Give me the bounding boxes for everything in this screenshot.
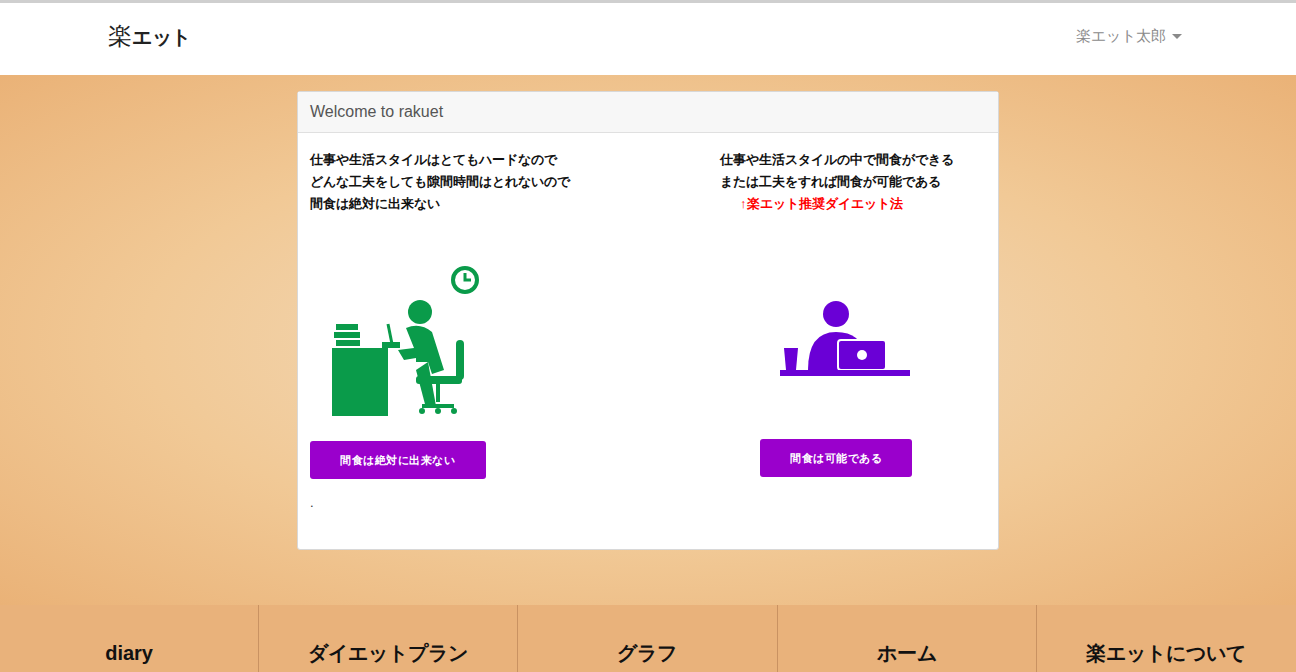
illustration (720, 266, 920, 416)
desk-worker-icon (332, 266, 482, 416)
bottom-nav-item[interactable]: グラフ (518, 605, 777, 672)
recommend-note: ↑楽エット推奨ダイエット法 (720, 193, 954, 215)
option-column: 仕事や生活スタイルの中で間食ができるまたは工夫をすれば間食が可能である↑楽エット… (720, 133, 998, 549)
bottom-nav: diaryダイエットプラングラフホーム楽エットについて (0, 605, 1296, 672)
card-body: 仕事や生活スタイルはとてもハードなのでどんな工夫をしても隙間時間はとれないので間… (298, 133, 998, 549)
choice-button[interactable]: 間食は可能である (760, 439, 912, 477)
bottom-nav-item[interactable]: 楽エットについて (1037, 605, 1296, 672)
hero-background: Welcome to rakuet 仕事や生活スタイルはとてもハードなのでどんな工… (0, 75, 1296, 605)
bottom-nav-item[interactable]: ホーム (778, 605, 1037, 672)
welcome-card: Welcome to rakuet 仕事や生活スタイルはとてもハードなのでどんな工… (297, 91, 999, 550)
navbar: 楽エット 楽エット太郎 (0, 0, 1296, 75)
illustration (310, 266, 482, 416)
bottom-nav-item[interactable]: diary (0, 605, 259, 672)
logo[interactable]: 楽エット (108, 18, 191, 54)
option-text: 仕事や生活スタイルの中で間食ができるまたは工夫をすれば間食が可能である↑楽エット… (720, 149, 954, 215)
footnote: . (310, 493, 314, 513)
user-menu[interactable]: 楽エット太郎 (1076, 25, 1182, 48)
bottom-nav-item[interactable]: ダイエットプラン (259, 605, 518, 672)
option-column: 仕事や生活スタイルはとてもハードなのでどんな工夫をしても隙間時間はとれないので間… (298, 133, 720, 549)
option-text: 仕事や生活スタイルはとてもハードなのでどんな工夫をしても隙間時間はとれないので間… (310, 149, 570, 215)
laptop-user-icon (770, 266, 920, 416)
page: 楽エット 楽エット太郎 Welcome to rakuet 仕事や生活スタイルはとても… (0, 0, 1296, 672)
caret-icon (1172, 34, 1182, 39)
card-header: Welcome to rakuet (298, 92, 998, 133)
choice-button[interactable]: 間食は絶対に出来ない (310, 441, 486, 479)
